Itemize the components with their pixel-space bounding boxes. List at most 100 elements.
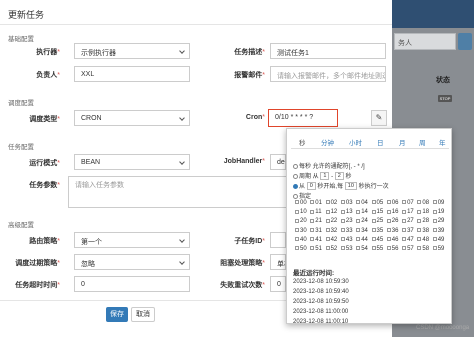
- background-search-input[interactable]: 务人: [394, 33, 456, 50]
- checkbox-icon[interactable]: [325, 209, 330, 214]
- checkbox-icon[interactable]: [340, 218, 345, 223]
- second-checkbox-35[interactable]: 35: [371, 228, 383, 234]
- checkbox-icon[interactable]: [295, 200, 299, 205]
- option-cycle[interactable]: 周期 从 1 - 2 秒: [293, 171, 352, 181]
- second-checkbox-23[interactable]: 23: [340, 218, 353, 224]
- job-handler-input[interactable]: dem: [270, 154, 286, 170]
- second-checkbox-43[interactable]: 43: [340, 237, 353, 243]
- tab-year[interactable]: 年: [439, 137, 446, 147]
- second-checkbox-05[interactable]: 05: [371, 200, 383, 206]
- second-checkbox-27[interactable]: 27: [402, 218, 414, 224]
- second-checkbox-51[interactable]: 51: [310, 246, 322, 252]
- from-step-input[interactable]: 10: [344, 182, 357, 191]
- cancel-button[interactable]: 取消: [131, 307, 155, 322]
- checkbox-icon[interactable]: [356, 228, 361, 233]
- checkbox-icon[interactable]: [356, 237, 361, 242]
- second-checkbox-47[interactable]: 47: [402, 237, 414, 243]
- second-checkbox-15[interactable]: 15: [371, 209, 383, 215]
- second-checkbox-42[interactable]: 42: [325, 237, 337, 243]
- checkbox-icon[interactable]: [310, 228, 315, 233]
- second-checkbox-58[interactable]: 58: [417, 246, 429, 252]
- checkbox-icon[interactable]: [432, 200, 437, 205]
- second-checkbox-12[interactable]: 12: [325, 209, 337, 215]
- checkbox-icon[interactable]: [325, 228, 330, 233]
- second-checkbox-50[interactable]: 50: [295, 246, 307, 252]
- second-checkbox-06[interactable]: 06: [386, 200, 398, 206]
- checkbox-icon[interactable]: [295, 237, 299, 242]
- tab-week[interactable]: 周: [419, 137, 426, 147]
- second-checkbox-34[interactable]: 34: [356, 228, 368, 234]
- checkbox-icon[interactable]: [325, 237, 330, 242]
- second-checkbox-30[interactable]: 30: [295, 228, 307, 234]
- owner-input[interactable]: XXL: [74, 66, 190, 82]
- cron-input[interactable]: 0/10 * * * * ?: [268, 109, 338, 127]
- checkbox-icon[interactable]: [371, 228, 376, 233]
- second-checkbox-16[interactable]: 16: [386, 209, 398, 215]
- route-strategy-select[interactable]: 第一个: [74, 232, 190, 248]
- second-checkbox-22[interactable]: 22: [325, 218, 337, 224]
- cron-edit-button[interactable]: ✎: [371, 110, 387, 126]
- checkbox-icon[interactable]: [295, 209, 299, 214]
- checkbox-icon[interactable]: [402, 218, 407, 223]
- checkbox-icon[interactable]: [417, 237, 422, 242]
- checkbox-icon[interactable]: [356, 246, 361, 251]
- cycle-from-input[interactable]: 1: [320, 172, 330, 181]
- checkbox-icon[interactable]: [310, 237, 315, 242]
- second-checkbox-36[interactable]: 36: [386, 228, 398, 234]
- radio-icon[interactable]: [293, 173, 298, 179]
- checkbox-icon[interactable]: [340, 246, 345, 251]
- checkbox-icon[interactable]: [386, 209, 391, 214]
- checkbox-icon[interactable]: [310, 246, 315, 251]
- checkbox-icon[interactable]: [402, 237, 407, 242]
- checkbox-icon[interactable]: [295, 246, 299, 251]
- second-checkbox-46[interactable]: 46: [386, 237, 398, 243]
- radio-icon[interactable]: [293, 193, 298, 199]
- checkbox-icon[interactable]: [402, 228, 407, 233]
- checkbox-icon[interactable]: [386, 200, 391, 205]
- checkbox-icon[interactable]: [340, 209, 345, 214]
- task-desc-input[interactable]: 测试任务1: [270, 43, 386, 59]
- second-checkbox-00[interactable]: 00: [295, 200, 307, 206]
- second-checkbox-18[interactable]: 18: [417, 209, 429, 215]
- checkbox-icon[interactable]: [417, 218, 422, 223]
- checkbox-icon[interactable]: [371, 218, 376, 223]
- second-checkbox-02[interactable]: 02: [325, 200, 337, 206]
- run-mode-select[interactable]: BEAN: [74, 154, 190, 170]
- second-checkbox-08[interactable]: 08: [417, 200, 429, 206]
- timeout-input[interactable]: 0: [74, 276, 190, 292]
- background-search-button[interactable]: [458, 33, 472, 50]
- checkbox-icon[interactable]: [340, 237, 345, 242]
- second-checkbox-25[interactable]: 25: [371, 218, 383, 224]
- checkbox-icon[interactable]: [386, 246, 391, 251]
- second-checkbox-38[interactable]: 38: [417, 228, 429, 234]
- checkbox-icon[interactable]: [417, 200, 422, 205]
- checkbox-icon[interactable]: [356, 200, 361, 205]
- checkbox-icon[interactable]: [310, 209, 315, 214]
- option-every-second[interactable]: 每秒 允许的通配符[, - * /]: [293, 161, 365, 170]
- checkbox-icon[interactable]: [432, 246, 437, 251]
- second-checkbox-17[interactable]: 17: [402, 209, 414, 215]
- second-checkbox-54[interactable]: 54: [356, 246, 368, 252]
- tab-hour[interactable]: 小时: [349, 137, 362, 147]
- checkbox-icon[interactable]: [295, 228, 299, 233]
- child-task-input[interactable]: [270, 232, 286, 248]
- checkbox-icon[interactable]: [432, 218, 437, 223]
- schedule-type-select[interactable]: CRON: [74, 110, 190, 126]
- tab-second[interactable]: 秒: [299, 137, 306, 147]
- second-checkbox-33[interactable]: 33: [340, 228, 353, 234]
- option-from-every[interactable]: 从 0 秒开始,每 10 秒执行一次: [293, 181, 389, 191]
- second-checkbox-28[interactable]: 28: [417, 218, 429, 224]
- checkbox-icon[interactable]: [432, 228, 437, 233]
- second-checkbox-32[interactable]: 32: [325, 228, 337, 234]
- checkbox-icon[interactable]: [340, 200, 345, 205]
- checkbox-icon[interactable]: [295, 218, 299, 223]
- second-checkbox-56[interactable]: 56: [386, 246, 398, 252]
- checkbox-icon[interactable]: [325, 218, 330, 223]
- second-checkbox-10[interactable]: 10: [295, 209, 307, 215]
- second-checkbox-21[interactable]: 21: [310, 218, 322, 224]
- second-checkbox-03[interactable]: 03: [340, 200, 353, 206]
- checkbox-icon[interactable]: [417, 246, 422, 251]
- second-checkbox-09[interactable]: 09: [432, 200, 444, 206]
- checkbox-icon[interactable]: [417, 228, 422, 233]
- checkbox-icon[interactable]: [402, 246, 407, 251]
